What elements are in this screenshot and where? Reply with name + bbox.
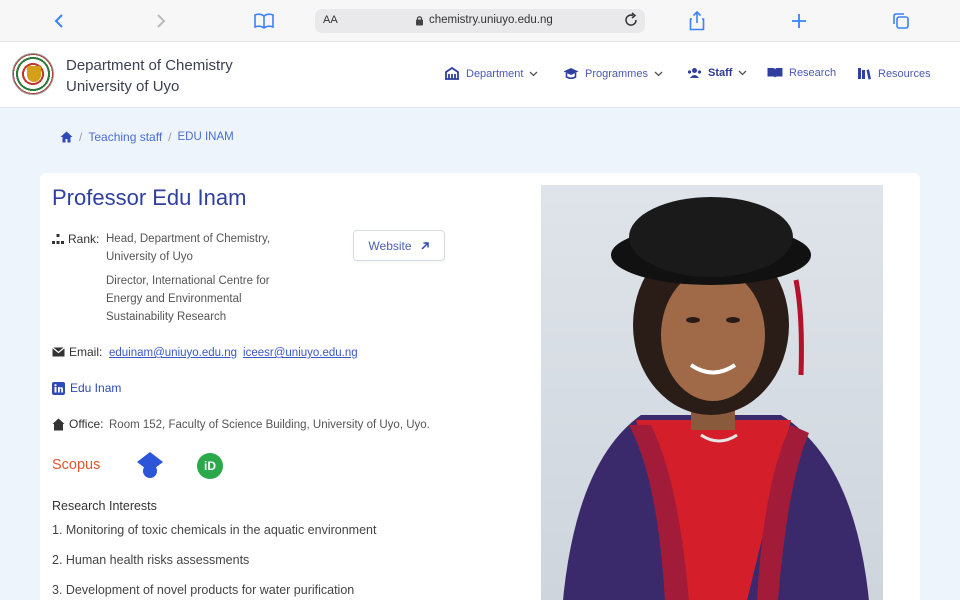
director-line: Director, International Centre for [106,275,270,287]
nav-resources[interactable]: Resources [857,67,931,80]
bookmarks-button[interactable] [251,9,277,33]
users-icon [687,68,702,78]
orcid-icon[interactable]: iD [197,453,223,479]
nav-research[interactable]: Research [767,67,836,79]
share-icon [689,11,705,31]
linkedin-icon [52,381,65,395]
email-label-row: Email: [52,345,102,359]
breadcrumb-separator: / [79,130,83,144]
nav-label: Programmes [585,67,648,80]
director-text: Director, International Centre for Energ… [106,272,270,326]
research-item: 3. Development of novel products for wat… [52,583,355,597]
research-interests-title: Research Interests [52,499,157,513]
breadcrumb-separator: / [168,130,172,144]
profile-name: Professor Edu Inam [52,185,247,210]
chevron-down-icon [738,70,747,76]
site-title-line1: Department of Chemistry [66,57,233,74]
book-icon [254,13,274,29]
site-header: Department of Chemistry University of Uy… [0,42,960,108]
site-title[interactable]: Department of Chemistry University of Uy… [66,55,233,97]
envelope-icon [52,347,65,357]
browser-toolbar: AA chemistry.uniuyo.edu.ng [0,0,960,42]
profile-card: Professor Edu Inam Rank: Head, Departmen… [40,173,920,600]
director-line: Sustainability Research [106,311,227,323]
director-line: Energy and Environmental [106,293,242,305]
house-icon [52,418,65,430]
building-icon [445,67,459,80]
plus-icon [792,14,806,28]
breadcrumb-teaching-staff[interactable]: Teaching staff [88,130,162,144]
google-scholar-icon[interactable] [136,451,164,479]
rank-label: Rank: [68,232,100,246]
book-open-icon [767,68,783,78]
tabs-icon [893,13,909,29]
site-title-line2: University of Uyo [66,78,180,95]
tabs-button[interactable] [888,9,914,33]
scopus-link[interactable]: Scopus [52,457,100,473]
rank-line: University of Uyo [106,251,193,263]
linkedin-label: Edu Inam [70,381,122,395]
share-button[interactable] [684,9,710,33]
website-button[interactable]: Website [353,230,445,261]
external-link-icon [421,241,429,250]
address-bar[interactable]: AA chemistry.uniuyo.edu.ng [315,9,645,33]
reload-icon [625,12,637,26]
chevron-left-icon [54,14,63,28]
university-logo[interactable] [12,53,54,95]
email-links: eduinam@uniuyo.edu.ng iceesr@uniuyo.edu.… [109,344,358,362]
research-item: 2. Human health risks assessments [52,553,250,567]
office-label-row: Office: [52,417,103,431]
nav-programmes[interactable]: Programmes [563,67,663,80]
breadcrumb: / Teaching staff / EDU INAM [60,130,234,144]
rank-line: Head, Department of Chemistry, [106,233,271,245]
library-icon [858,68,871,80]
research-item: 1. Monitoring of toxic chemicals in the … [52,523,377,537]
back-button[interactable] [46,9,72,33]
reader-aa-button[interactable]: AA [323,14,338,26]
breadcrumb-current: EDU INAM [177,131,234,143]
chevron-down-icon [530,71,538,76]
graduation-cap-icon [563,68,579,80]
email-link-personal[interactable]: eduinam@uniuyo.edu.ng [109,344,237,362]
url-text: chemistry.uniuyo.edu.ng [429,14,553,26]
rank-label-row: Rank: [52,232,99,246]
nav-label: Research [789,67,837,79]
email-link-iceesr[interactable]: iceesr@uniuyo.edu.ng [243,344,358,362]
linkedin-link[interactable]: Edu Inam [52,381,121,395]
website-label: Website [368,238,412,253]
lock-icon [416,16,423,26]
office-text: Room 152, Faculty of Science Building, U… [109,419,430,431]
nav-staff[interactable]: Staff [687,67,747,79]
nav-label: Resources [878,67,931,80]
nav-department[interactable]: Department [444,67,538,80]
chevron-right-icon [157,14,166,28]
nav-label: Staff [708,67,733,79]
profile-photo [541,185,883,600]
new-tab-button[interactable] [786,9,812,33]
forward-button[interactable] [148,9,174,33]
rank-text: Head, Department of Chemistry, Universit… [106,230,270,266]
nav-label: Department [466,67,524,80]
email-label: Email: [69,345,103,359]
home-icon[interactable] [60,131,73,143]
sitemap-icon [52,234,64,244]
chevron-down-icon [654,71,663,76]
office-label: Office: [69,417,104,431]
